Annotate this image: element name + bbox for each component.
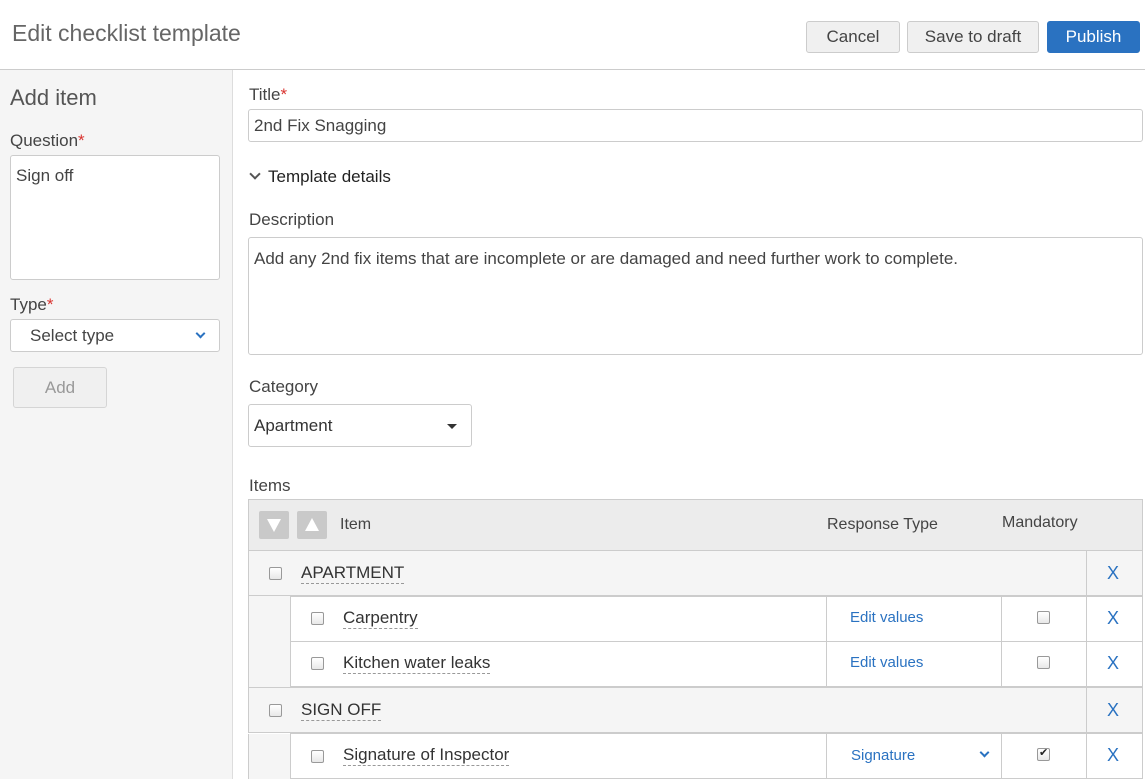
move-up-button[interactable] (297, 511, 327, 539)
add-item-title: Add item (10, 85, 97, 110)
divider (826, 597, 827, 641)
page-header: Edit checklist template Cancel Save to d… (0, 0, 1145, 70)
remove-group-button[interactable]: X (1107, 563, 1119, 584)
template-details-toggle[interactable]: Template details (248, 167, 391, 187)
mandatory-column-header: Mandatory (1002, 514, 1078, 531)
publish-button[interactable]: Publish (1047, 21, 1140, 53)
add-button[interactable]: Add (13, 367, 107, 408)
category-label: Category (249, 377, 318, 396)
table-row: Signature of Inspector Signature X (290, 733, 1143, 779)
remove-group-button[interactable]: X (1107, 700, 1119, 721)
category-select[interactable]: Apartment (248, 404, 472, 447)
group-row: APARTMENT X (248, 550, 1143, 596)
item-name[interactable]: Kitchen water leaks (343, 653, 491, 674)
divider (826, 642, 827, 686)
arrow-down-icon (267, 519, 281, 532)
save-to-draft-button[interactable]: Save to draft (907, 21, 1039, 53)
divider (1086, 551, 1087, 595)
template-details-label: Template details (268, 167, 391, 186)
divider (1001, 734, 1002, 778)
type-select[interactable]: Select type (10, 319, 220, 352)
cancel-button[interactable]: Cancel (806, 21, 900, 53)
category-select-value: Apartment (254, 416, 333, 435)
group-name[interactable]: APARTMENT (301, 563, 405, 584)
mandatory-checkbox[interactable] (1037, 611, 1050, 624)
item-checkbox[interactable] (311, 750, 324, 763)
divider (826, 734, 827, 778)
question-label: Question* (10, 131, 85, 150)
items-label: Items (249, 476, 291, 495)
arrow-up-icon (305, 518, 319, 531)
divider (1086, 597, 1087, 641)
chevron-down-icon (979, 747, 990, 758)
item-checkbox[interactable] (311, 657, 324, 670)
remove-item-button[interactable]: X (1107, 608, 1119, 629)
type-select-value: Select type (30, 326, 115, 345)
group-name[interactable]: SIGN OFF (301, 700, 382, 721)
add-item-panel: Add item Question* Sign off Type* Select… (0, 70, 233, 779)
chevron-down-icon (195, 328, 206, 339)
mandatory-checkbox[interactable] (1037, 746, 1050, 761)
caret-down-icon (447, 424, 457, 429)
item-name[interactable]: Signature of Inspector (343, 745, 510, 766)
group-row: SIGN OFF X (248, 687, 1143, 733)
item-column-header: Item (340, 516, 372, 533)
divider (1001, 642, 1002, 686)
table-row: Kitchen water leaks Edit values X (290, 641, 1143, 687)
group-checkbox[interactable] (269, 567, 282, 580)
title-label: Title* (249, 85, 288, 104)
group-checkbox[interactable] (269, 704, 282, 717)
table-row: Carpentry Edit values X (290, 596, 1143, 642)
description-label: Description (249, 210, 335, 229)
items-table-header: Item Response Type Mandatory (248, 499, 1143, 551)
remove-item-button[interactable]: X (1107, 745, 1119, 766)
divider (1086, 642, 1087, 686)
title-input[interactable]: 2nd Fix Snagging (248, 109, 1143, 142)
chevron-down-icon (249, 168, 261, 180)
remove-item-button[interactable]: X (1107, 653, 1119, 674)
mandatory-checkbox[interactable] (1037, 656, 1050, 669)
move-down-button[interactable] (259, 511, 289, 539)
type-label: Type* (10, 295, 54, 314)
edit-values-link[interactable]: Edit values (850, 654, 923, 671)
divider (1086, 688, 1087, 732)
group-gutter (248, 734, 291, 779)
response-type-column-header: Response Type (827, 516, 938, 533)
divider (1086, 734, 1087, 778)
response-type-select[interactable]: Signature (851, 747, 915, 764)
edit-values-link[interactable]: Edit values (850, 609, 923, 626)
page-title: Edit checklist template (12, 20, 241, 46)
group-gutter (248, 596, 291, 688)
item-name[interactable]: Carpentry (343, 608, 418, 629)
question-input[interactable]: Sign off (10, 155, 220, 280)
description-input[interactable]: Add any 2nd fix items that are incomplet… (248, 237, 1143, 355)
divider (1001, 597, 1002, 641)
item-checkbox[interactable] (311, 612, 324, 625)
